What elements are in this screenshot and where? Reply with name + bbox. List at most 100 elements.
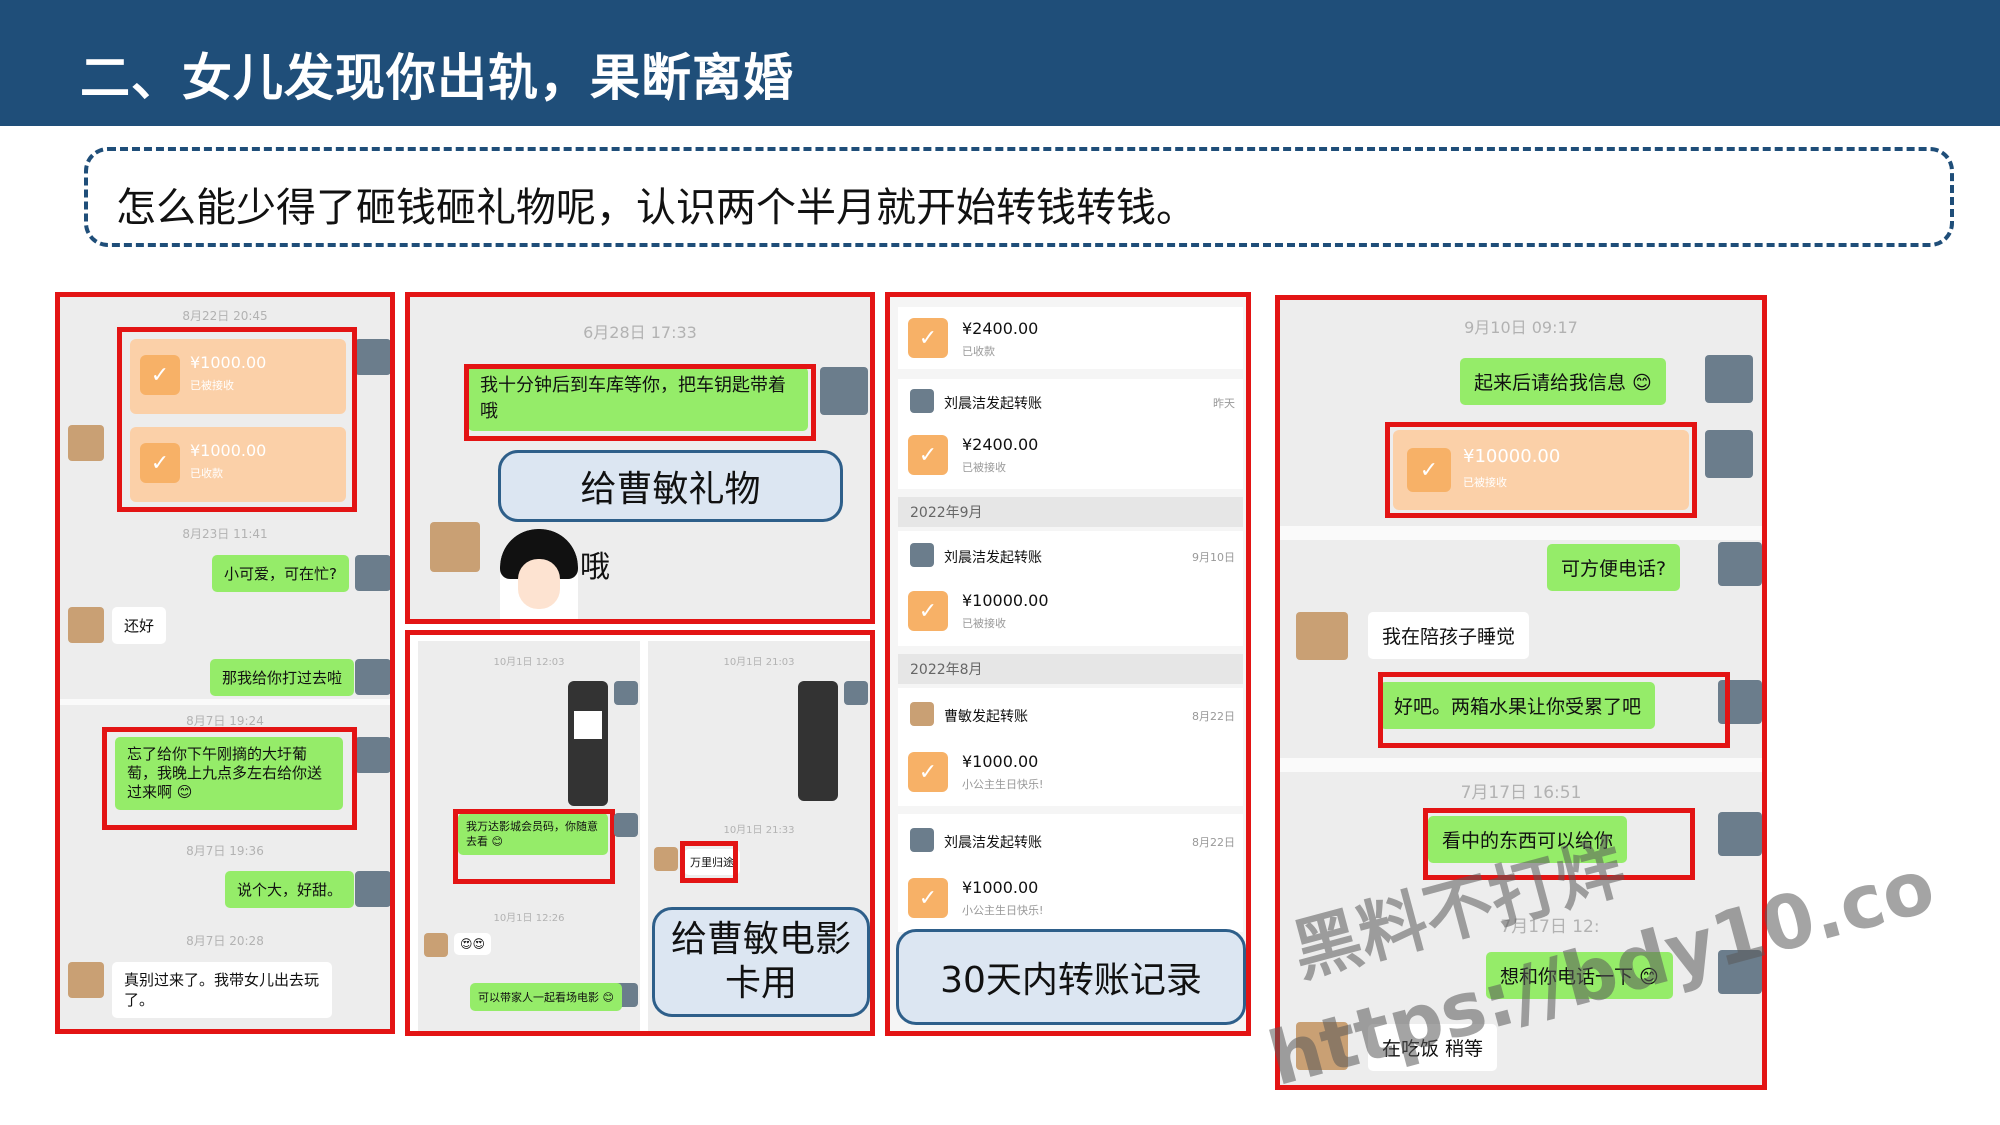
- chat-bubble-sent: 那我给你打过去啦: [210, 659, 355, 696]
- avatar: [614, 813, 638, 837]
- chat-bubble-received: 还好: [112, 607, 167, 644]
- avatar: [1705, 355, 1753, 403]
- avatar: [355, 871, 390, 907]
- timestamp: 8月22日 20:45: [182, 309, 268, 323]
- transfer-record: ✓ ¥2400.00 已收款: [898, 307, 1243, 369]
- subtitle-text: 怎么能少得了砸钱砸礼物呢，认识两个半月就开始转钱转钱。: [116, 185, 1196, 231]
- timestamp: 7月17日 16:51: [1460, 783, 1582, 803]
- transfer-sender: 曹敏发起转账: [944, 709, 1028, 725]
- divider: [1280, 758, 1762, 772]
- avatar: [844, 681, 868, 705]
- transfer-status: 已被接收: [962, 461, 1006, 474]
- month-header: 2022年8月: [898, 654, 1243, 684]
- slide-title: 二、女儿发现你出轨，果断离婚: [80, 49, 794, 107]
- avatar: [355, 339, 390, 375]
- check-icon: ✓: [908, 752, 948, 792]
- avatar: [654, 847, 678, 871]
- transfer-record: 刘晨洁发起转账 9月10日 ✓ ¥10000.00 已被接收: [898, 531, 1243, 646]
- avatar: [68, 962, 104, 998]
- chat-bubble-sent: 可以带家人一起看场电影 😊: [470, 983, 622, 1011]
- timestamp: 6月28日 17:33: [583, 323, 697, 342]
- avatar: [424, 933, 448, 957]
- avatar: [68, 607, 104, 643]
- highlight-box: [117, 327, 357, 512]
- callout-label: 给曹敏电影卡用: [652, 907, 870, 1017]
- avatar: [1296, 612, 1348, 660]
- panel-chat-1: 8月22日 20:45 ✓ ¥1000.00 已被接收 ✓ ¥1000.00 已…: [55, 292, 395, 1034]
- avatar: [910, 828, 934, 852]
- transfer-amount: ¥2400.00: [962, 319, 1039, 338]
- avatar: [614, 681, 638, 705]
- chat-bubble-received: 真别过来了。我带女儿出去玩了。: [112, 962, 332, 1018]
- timestamp: 8月7日 20:28: [186, 934, 264, 948]
- timestamp: 10月1日 21:33: [723, 825, 795, 836]
- avatar: [355, 555, 390, 591]
- subtitle-box: 怎么能少得了砸钱砸礼物呢，认识两个半月就开始转钱转钱。: [84, 147, 1954, 247]
- chat-bubble-sent: 小可爱，可在忙?: [212, 555, 349, 592]
- avatar: [1705, 430, 1753, 478]
- transfer-date: 8月22日: [1192, 836, 1235, 849]
- transfer-amount: ¥1000.00: [962, 878, 1039, 897]
- transfer-sender: 刘晨洁发起转账: [944, 396, 1042, 412]
- transfer-amount: ¥1000.00: [962, 752, 1039, 771]
- timestamp: 10月1日 12:26: [493, 913, 565, 924]
- sticker-text: 哦: [580, 550, 610, 585]
- chat-bubble-sent: 说个大，好甜。: [225, 871, 355, 908]
- check-icon: ✓: [908, 435, 948, 475]
- transfer-sender: 刘晨洁发起转账: [944, 550, 1042, 566]
- avatar: [355, 659, 390, 695]
- timestamp: 10月1日 12:03: [493, 657, 565, 668]
- divider: [60, 699, 390, 705]
- timestamp: 10月1日 21:03: [723, 657, 795, 668]
- avatar: [910, 702, 934, 726]
- transfer-record: 刘晨洁发起转账 昨天 ✓ ¥2400.00 已被接收: [898, 379, 1243, 489]
- timestamp: 8月7日 19:36: [186, 844, 264, 858]
- chat-bubble-sent: 起来后请给我信息 😊: [1460, 358, 1666, 405]
- check-icon: ✓: [908, 591, 948, 631]
- highlight-box: [464, 364, 816, 441]
- transfer-record: 曹敏发起转账 8月22日 ✓ ¥1000.00 小公主生日快乐!: [898, 688, 1243, 806]
- panel-chat-2: 6月28日 17:33 我十分钟后到车库等你，把车钥匙带着哦 哦 给曹敏礼物: [405, 292, 875, 624]
- avatar: [1718, 812, 1762, 856]
- transfer-status: 已收款: [962, 345, 995, 358]
- transfer-status: 已被接收: [962, 617, 1006, 630]
- transfer-record: 刘晨洁发起转账 8月22日 ✓ ¥1000.00 小公主生日快乐!: [898, 814, 1243, 932]
- timestamp: 9月10日 09:17: [1464, 318, 1578, 337]
- phone-screenshot-image: [568, 681, 608, 806]
- month-header: 2022年9月: [898, 497, 1243, 527]
- avatar: [430, 522, 480, 572]
- avatar: [910, 389, 934, 413]
- check-icon: ✓: [908, 878, 948, 918]
- transfer-date: 9月10日: [1192, 551, 1235, 564]
- sticker-image: [500, 529, 578, 619]
- check-icon: ✓: [908, 318, 948, 358]
- callout-label: 30天内转账记录: [896, 929, 1246, 1025]
- avatar: [910, 543, 934, 567]
- timestamp: 8月23日 11:41: [182, 527, 268, 541]
- panel-chat-3: 10月1日 12:03 我万达影城会员码，你随意去看 😊 10月1日 12:26…: [405, 630, 875, 1036]
- phone-screenshot-image: [798, 681, 838, 801]
- chat-bubble-received: 😍😍: [454, 933, 492, 955]
- transfer-sender: 刘晨洁发起转账: [944, 835, 1042, 851]
- avatar: [1718, 542, 1762, 586]
- highlight-box: [453, 809, 615, 884]
- highlight-box: [680, 841, 738, 883]
- transfer-date: 昨天: [1213, 397, 1235, 410]
- transfer-status: 小公主生日快乐!: [962, 904, 1044, 917]
- panel-transfer-records: ✓ ¥2400.00 已收款 刘晨洁发起转账 昨天 ✓ ¥2400.00 已被接…: [885, 292, 1251, 1036]
- transfer-amount: ¥10000.00: [962, 591, 1049, 610]
- transfer-status: 小公主生日快乐!: [962, 778, 1044, 791]
- chat-bubble-sent: 可方便电话?: [1547, 544, 1681, 591]
- transfer-amount: ¥2400.00: [962, 435, 1039, 454]
- callout-label: 给曹敏礼物: [498, 450, 843, 522]
- chat-screenshot-left: 10月1日 12:03 我万达影城会员码，你随意去看 😊 10月1日 12:26…: [418, 641, 640, 1031]
- chat-bubble-received: 我在陪孩子睡觉: [1368, 612, 1530, 659]
- transfer-date: 8月22日: [1192, 710, 1235, 723]
- avatar: [355, 737, 390, 773]
- divider: [1280, 526, 1762, 540]
- highlight-box: [102, 727, 357, 830]
- avatar: [68, 425, 104, 461]
- highlight-box: [1378, 672, 1730, 748]
- highlight-box: [1385, 422, 1697, 518]
- qr-code-image: [574, 711, 602, 739]
